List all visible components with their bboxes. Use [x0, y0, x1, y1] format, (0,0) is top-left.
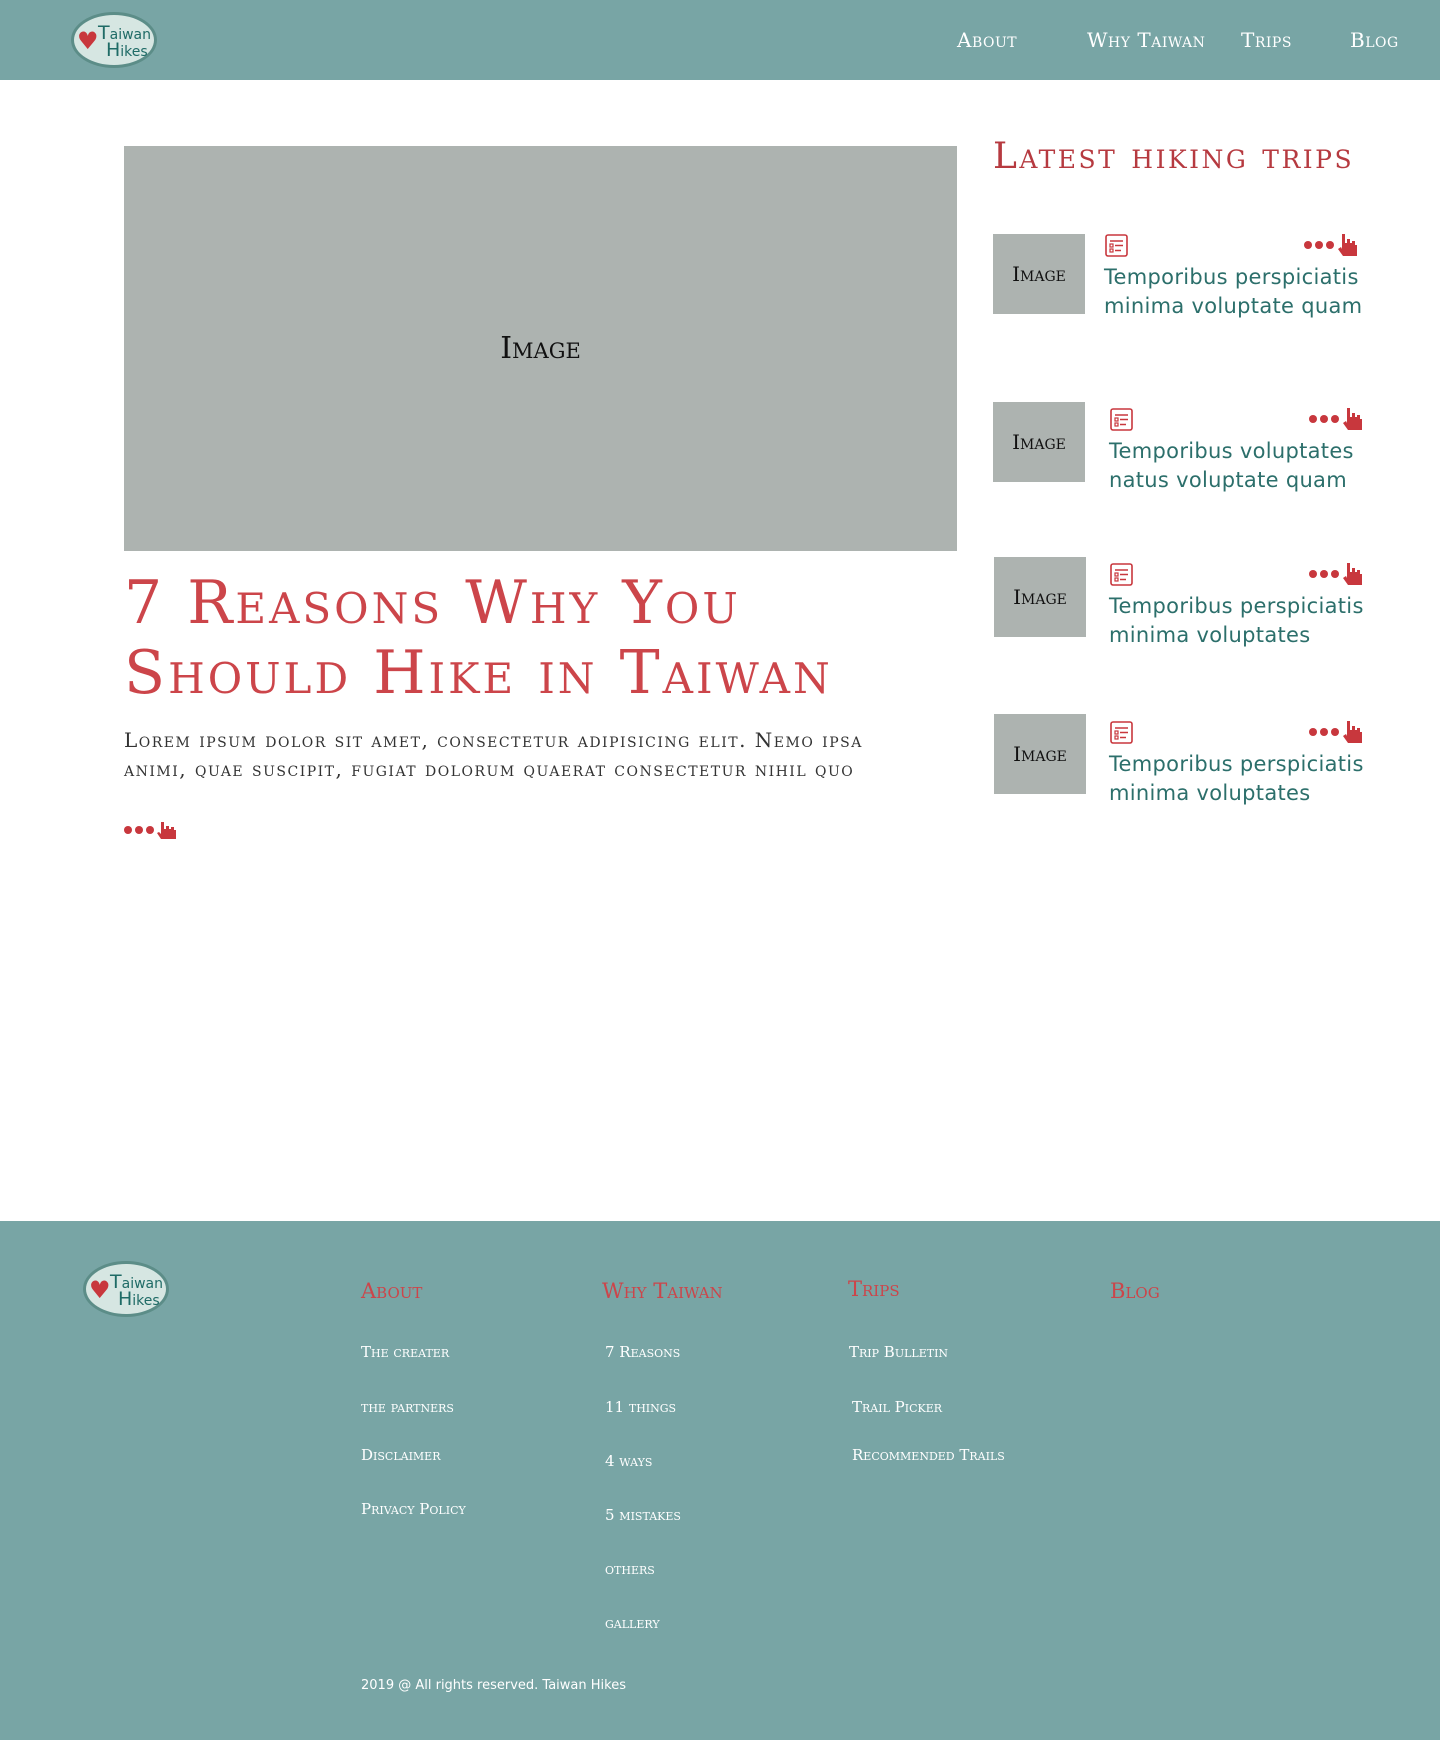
trip-image-placeholder-2[interactable]: Image [993, 402, 1085, 482]
article-icon [1110, 563, 1133, 586]
heart-icon: ♥ [89, 1276, 111, 1304]
footer-link-others[interactable]: others [605, 1560, 655, 1578]
image-label: Image [1012, 262, 1066, 286]
pointer-hand-icon [1338, 234, 1357, 256]
trip-title-3[interactable]: Temporibus perspiciatis minima voluptate… [1109, 592, 1369, 650]
footer-heading-why-taiwan[interactable]: Why Taiwan [602, 1279, 723, 1303]
trip-title-4[interactable]: Temporibus perspiciatis minima voluptate… [1109, 750, 1369, 808]
more-dots-icon [1309, 570, 1339, 578]
footer-link-the-partners[interactable]: the partners [361, 1398, 454, 1416]
article-title[interactable]: 7 Reasons Why You Should Hike in Taiwan [124, 568, 944, 708]
footer-link-gallery[interactable]: gallery [605, 1614, 660, 1632]
site-logo[interactable]: ♥ Taiwan Hikes [71, 12, 157, 68]
more-dots-icon [1304, 241, 1334, 249]
logo-text-line2: Hikes [118, 1288, 160, 1310]
trip-read-more-button-4[interactable] [1309, 719, 1365, 745]
sidebar-title: Latest hiking trips [993, 136, 1355, 177]
trip-image-placeholder-4[interactable]: Image [994, 714, 1086, 794]
more-dots-icon [124, 826, 154, 834]
image-label: Image [1013, 742, 1067, 766]
trip-title-1[interactable]: Temporibus perspiciatis minima voluptate… [1104, 263, 1364, 321]
site-header: ♥ Taiwan Hikes About Why Taiwan Trips Bl… [0, 0, 1440, 80]
image-label: Image [1012, 430, 1066, 454]
footer-link-7-reasons[interactable]: 7 Reasons [605, 1343, 680, 1361]
trip-image-placeholder-1[interactable]: Image [993, 234, 1085, 314]
more-dots-icon [1309, 728, 1339, 736]
pointer-hand-icon [1343, 721, 1362, 743]
trip-read-more-button-3[interactable] [1309, 561, 1365, 587]
footer-link-trip-bulletin[interactable]: Trip Bulletin [849, 1343, 948, 1361]
article-icon [1110, 408, 1133, 431]
nav-about[interactable]: About [957, 28, 1017, 52]
footer-link-trail-picker[interactable]: Trail Picker [852, 1398, 942, 1416]
trip-title-2[interactable]: Temporibus voluptates natus voluptate qu… [1109, 437, 1369, 495]
nav-why-taiwan[interactable]: Why Taiwan [1087, 28, 1205, 52]
pointer-hand-icon [157, 822, 176, 839]
read-more-button[interactable] [124, 820, 178, 840]
site-footer: ♥ Taiwan Hikes About The creater the partn… [0, 1221, 1440, 1740]
trip-read-more-button-1[interactable] [1304, 232, 1360, 258]
trip-read-more-button-2[interactable] [1309, 406, 1365, 432]
image-label: Image [1013, 585, 1067, 609]
footer-link-the-creater[interactable]: The creater [361, 1343, 449, 1361]
pointer-hand-icon [1343, 408, 1362, 430]
article-excerpt: Lorem ipsum dolor sit amet, consectetur … [124, 728, 863, 781]
article-icon [1105, 234, 1128, 257]
footer-link-4-ways[interactable]: 4 ways [605, 1452, 652, 1470]
article-icon [1110, 721, 1133, 744]
pointer-hand-icon [1343, 563, 1362, 585]
footer-link-recommended-trails[interactable]: Recommended Trails [852, 1446, 1005, 1464]
featured-image-placeholder[interactable]: Image [124, 146, 957, 551]
logo-text-line2: Hikes [106, 39, 148, 61]
footer-heading-blog[interactable]: Blog [1110, 1279, 1160, 1303]
image-label: Image [500, 331, 581, 366]
nav-trips[interactable]: Trips [1241, 28, 1292, 52]
nav-blog[interactable]: Blog [1350, 28, 1399, 52]
footer-heading-trips[interactable]: Trips [848, 1277, 900, 1301]
footer-heading-about[interactable]: About [361, 1279, 422, 1303]
more-dots-icon [1309, 415, 1339, 423]
footer-logo[interactable]: ♥ Taiwan Hikes [83, 1261, 169, 1317]
heart-icon: ♥ [77, 27, 99, 55]
footer-link-disclaimer[interactable]: Disclaimer [361, 1446, 441, 1464]
copyright: 2019 @ All rights reserved. Taiwan Hikes [361, 1678, 626, 1693]
footer-link-5-mistakes[interactable]: 5 mistakes [605, 1506, 681, 1524]
footer-link-11-things[interactable]: 11 things [605, 1398, 676, 1416]
footer-link-privacy-policy[interactable]: Privacy Policy [361, 1500, 466, 1518]
trip-image-placeholder-3[interactable]: Image [994, 557, 1086, 637]
